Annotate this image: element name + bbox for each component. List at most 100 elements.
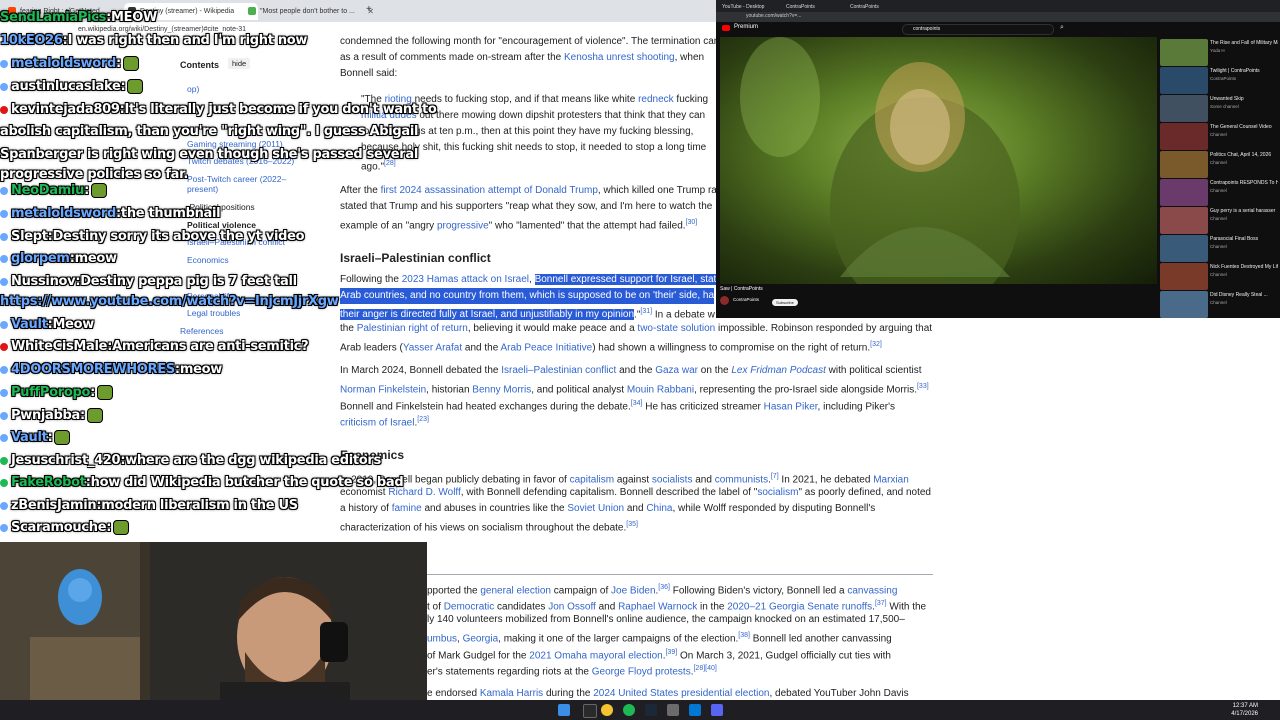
chat-username[interactable]: 10kEO26 xyxy=(0,33,63,48)
chat-username[interactable]: Vault xyxy=(11,430,48,445)
link[interactable]: Lex Fridman Podcast xyxy=(731,365,826,376)
chat-username[interactable]: Nussinov xyxy=(11,274,76,289)
link[interactable]: Kenosha unrest shooting xyxy=(564,52,675,63)
link[interactable]: communists xyxy=(715,474,768,485)
related-video-title[interactable]: The General Counsel Video xyxy=(1210,124,1278,130)
video-thumbnail[interactable] xyxy=(1160,95,1208,122)
yt-channel-name[interactable]: ContraPoints xyxy=(733,297,759,302)
video-thumbnail[interactable] xyxy=(1160,67,1208,94)
chat-username[interactable]: PuffPoropo xyxy=(11,385,90,400)
yt-search-input[interactable]: contrapoints xyxy=(902,24,1054,35)
windows-start-icon[interactable] xyxy=(558,704,570,716)
chat-username[interactable]: WhiteCisMale xyxy=(11,339,108,354)
avatar[interactable] xyxy=(720,296,729,305)
chat-username[interactable]: Vault xyxy=(11,317,48,332)
link[interactable]: 2021 Omaha mayoral election xyxy=(529,650,662,661)
tab-quote[interactable]: "Most people don't bother to ... ✕ xyxy=(244,3,378,20)
link[interactable]: Hasan Piker xyxy=(764,401,818,412)
link[interactable]: Benny Morris xyxy=(472,384,531,395)
video-thumbnail[interactable] xyxy=(1160,39,1208,66)
chat-username[interactable]: Slept xyxy=(11,229,48,244)
related-video-title[interactable]: The Rise and Fall of Military Marriages xyxy=(1210,40,1278,46)
toc-item[interactable]: Economics xyxy=(187,255,229,265)
steam-icon[interactable] xyxy=(645,704,657,716)
citation[interactable]: [7] xyxy=(771,473,779,480)
citation[interactable]: [35] xyxy=(626,521,638,528)
link[interactable]: 2020–21 Georgia Senate runoffs xyxy=(727,601,872,612)
hide-toc-button[interactable]: hide xyxy=(228,58,251,69)
citation[interactable]: [23] xyxy=(417,416,429,423)
link[interactable]: Norman Finkelstein xyxy=(340,384,426,395)
citation[interactable]: [33] xyxy=(917,383,929,390)
citation[interactable]: [32] xyxy=(870,341,882,348)
link[interactable]: 2023 Hamas attack on Israel xyxy=(402,274,529,285)
chat-username[interactable]: Scaramouche xyxy=(11,520,107,535)
subscribe-button[interactable]: Subscribe xyxy=(772,299,798,306)
link[interactable]: Joe Biden xyxy=(611,585,655,596)
link[interactable]: capitalism xyxy=(570,474,614,485)
citation[interactable]: [39] xyxy=(665,649,677,656)
related-video-title[interactable]: Politics Chat, April 14, 2026 xyxy=(1210,152,1278,158)
link[interactable]: first 2024 assassination attempt of Dona… xyxy=(381,185,598,196)
video-thumbnail[interactable] xyxy=(1160,291,1208,318)
link[interactable]: Raphael Warnock xyxy=(618,601,697,612)
link[interactable]: Palestinian right of return xyxy=(357,323,468,334)
link[interactable]: Kamala Harris xyxy=(480,688,543,699)
link[interactable]: Jon Ossoff xyxy=(548,601,596,612)
yt-tab[interactable]: ContraPoints xyxy=(786,2,846,12)
link[interactable]: umbus xyxy=(427,633,457,644)
chat-username[interactable]: Jesuschrist_420 xyxy=(11,453,121,468)
link[interactable]: Mouin Rabbani xyxy=(627,384,694,395)
link[interactable]: redneck xyxy=(638,94,674,105)
toc-item[interactable]: Post-Twitch career (2022– xyxy=(187,174,286,184)
app-icon[interactable] xyxy=(689,704,701,716)
chat-username[interactable]: FakeRobot xyxy=(11,475,86,490)
citation[interactable]: [38] xyxy=(738,632,750,639)
chat-username[interactable]: glorpem xyxy=(11,251,70,266)
chat-username[interactable]: austinlucaslake xyxy=(11,79,121,94)
search-icon[interactable]: ⌕ xyxy=(1060,24,1064,32)
video-thumbnail[interactable] xyxy=(1160,235,1208,262)
related-video-title[interactable]: Contrapoints RESPONDS To Hasan xyxy=(1210,180,1278,186)
related-video-title[interactable]: Unwanted Skip xyxy=(1210,96,1278,102)
yt-address-bar[interactable]: youtube.com/watch?v=... xyxy=(716,12,1280,22)
yt-tab[interactable]: ContraPoints xyxy=(850,2,910,12)
chat-username[interactable]: kevintejada809 xyxy=(11,102,120,117)
yt-tab[interactable]: YouTube - Desktop xyxy=(722,2,782,12)
link[interactable]: Israeli–Palestinian conflict xyxy=(501,365,616,376)
chrome-icon[interactable] xyxy=(601,704,613,716)
link[interactable]: Democratic xyxy=(444,601,495,612)
spotify-icon[interactable] xyxy=(623,704,635,716)
chat-username[interactable]: metaloldsword xyxy=(11,206,116,221)
related-video-title[interactable]: Guy perry is a serial harasser xyxy=(1210,208,1278,214)
discord-icon[interactable] xyxy=(711,704,723,716)
chat-username[interactable]: NeoDamiu xyxy=(11,183,84,198)
link[interactable]: Marxian xyxy=(873,474,909,485)
link[interactable]: George Floyd protests xyxy=(592,666,691,677)
toc-item[interactable]: References xyxy=(180,326,223,336)
video-thumbnail[interactable] xyxy=(1160,123,1208,150)
related-video-title[interactable]: Did Disney Really Steal ... xyxy=(1210,292,1278,298)
new-tab-button[interactable]: + xyxy=(366,4,372,15)
video-thumbnail[interactable] xyxy=(1160,179,1208,206)
file-explorer-icon[interactable] xyxy=(583,704,597,718)
chat-username[interactable]: Pwnjabba xyxy=(11,408,80,423)
system-clock[interactable]: 12:37 AM 4/17/2026 xyxy=(1231,702,1258,718)
citation[interactable]: [31] xyxy=(640,308,652,315)
link[interactable]: Georgia xyxy=(463,633,499,644)
citation[interactable]: [37] xyxy=(875,600,887,607)
chat-username[interactable]: 4DOORSMOREWHORES xyxy=(11,362,175,377)
related-video-title[interactable]: Parasocial Final Boss xyxy=(1210,236,1278,242)
link[interactable]: canvassing xyxy=(847,585,897,596)
yt-video-player[interactable] xyxy=(720,37,1157,284)
chat-username[interactable]: metaloldsword xyxy=(11,56,116,71)
link[interactable]: 2024 United States presidential election xyxy=(593,688,769,699)
toc-item[interactable]: Legal troubles xyxy=(187,308,240,318)
toc-item[interactable]: present) xyxy=(187,184,218,194)
citation[interactable]: [30] xyxy=(686,219,698,226)
citation[interactable]: [36] xyxy=(658,584,670,591)
link[interactable]: general election xyxy=(480,585,551,596)
chat-username[interactable]: SendLamiaPics xyxy=(0,10,106,25)
link[interactable]: socialists xyxy=(652,474,693,485)
link[interactable]: criticism of Israel xyxy=(340,417,414,428)
